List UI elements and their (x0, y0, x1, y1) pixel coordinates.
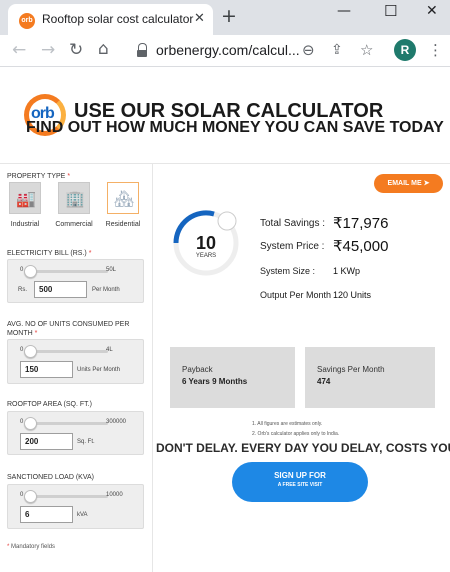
property-type-industrial[interactable]: 🏭 (9, 182, 41, 214)
payback-years-value: 10 (195, 233, 217, 253)
savings-per-month-card: Savings Per Month 474 (305, 347, 435, 408)
kebab-menu-icon[interactable]: ⋮ (428, 41, 443, 59)
page-content: orb USE OUR SOLAR CALCULATOR FIND OUT HO… (0, 68, 450, 572)
close-icon[interactable]: ✕ (194, 11, 205, 26)
units-consumed-label: AVG. NO OF UNITS CONSUMED PER MONTH * (7, 321, 130, 337)
calculator-form: PROPERTY TYPE * 🏭 🏢 🏘 Industrial Commerc… (0, 164, 153, 572)
electricity-bill-input[interactable]: 500 (34, 281, 87, 298)
url-text: orbenergy.com/calcul... (156, 42, 300, 58)
browser-toolbar: ← → ↻ ⌂ orbenergy.com/calcul... ⊖ ⇪ ☆ R … (0, 35, 450, 67)
sanctioned-load-input[interactable]: 6 (20, 506, 73, 523)
rooftop-area-input[interactable]: 200 (20, 433, 73, 450)
rooftop-area-control: 0 300000 200 Sq. Ft. (7, 411, 144, 455)
property-type-commercial[interactable]: 🏢 (58, 182, 90, 214)
electricity-bill-control: 0 50L Rs. 500 Per Month (7, 259, 144, 303)
minimize-icon[interactable]: — (337, 3, 351, 19)
sanctioned-load-label: SANCTIONED LOAD (KVA) (7, 474, 94, 481)
property-type-residential[interactable]: 🏘 (107, 182, 139, 214)
orb-favicon-icon: orb (19, 13, 35, 29)
total-savings-label: Total Savings : (260, 218, 326, 229)
property-type-label-residential: Residential (105, 221, 141, 228)
system-size-label: System Size : (260, 266, 316, 276)
total-savings-value: ₹17,976 (333, 215, 389, 232)
maximize-icon[interactable]: ☐ (384, 2, 397, 20)
electricity-bill-slider[interactable] (24, 265, 108, 278)
payback-card: Payback 6 Years 9 Months (170, 347, 295, 408)
tab-title: Rooftop solar cost calculator (42, 12, 194, 26)
sign-up-button[interactable]: SIGN UP FOR A FREE SITE VISIT (232, 462, 368, 502)
units-consumed-slider[interactable] (24, 345, 108, 358)
profile-avatar[interactable]: R (394, 39, 416, 61)
lock-icon (137, 43, 147, 57)
factory-icon: 🏭 (16, 189, 36, 208)
system-size-value: 1 KWp (333, 266, 361, 276)
sign-up-label: SIGN UP FOR (274, 471, 326, 480)
footnote-india: 2. Orb's calculator applies only to Indi… (252, 431, 340, 437)
forward-arrow-icon[interactable]: → (41, 40, 55, 60)
property-type-label: PROPERTY TYPE * (7, 173, 71, 180)
units-consumed-input[interactable]: 150 (20, 361, 73, 378)
browser-tab[interactable]: orb Rooftop solar cost calculator ✕ (8, 4, 213, 35)
slider-handle[interactable] (24, 265, 37, 278)
share-icon[interactable]: ⇪ (331, 42, 343, 58)
rooftop-area-label: ROOFTOP AREA (SQ. FT.) (7, 401, 92, 408)
reload-icon[interactable]: ↻ (69, 40, 83, 60)
system-price-label: System Price : (260, 241, 325, 252)
sanctioned-load-slider[interactable] (24, 490, 108, 503)
slider-handle[interactable] (24, 490, 37, 503)
payback-card-title: Payback (182, 365, 213, 374)
payback-card-value: 6 Years 9 Months (182, 377, 248, 386)
sanctioned-load-control: 0 10000 6 kVA (7, 484, 144, 529)
send-icon: ➤ (423, 180, 430, 187)
savings-card-title: Savings Per Month (317, 365, 385, 374)
property-type-label-industrial: Industrial (10, 221, 40, 228)
page-subtitle: FIND OUT HOW MUCH MONEY YOU CAN SAVE TOD… (26, 119, 444, 136)
system-price-value: ₹45,000 (333, 238, 389, 255)
payback-years-unit: YEARS (195, 253, 217, 259)
units-consumed-control: 0 4L 150 Units Per Month (7, 339, 144, 384)
back-arrow-icon[interactable]: ← (12, 40, 26, 60)
email-me-button[interactable]: EMAIL ME ➤ (374, 174, 443, 193)
electricity-bill-label: ELECTRICITY BILL (RS.) * (7, 250, 92, 257)
sign-up-sublabel: A FREE SITE VISIT (277, 482, 323, 488)
output-per-month-label: Output Per Month (260, 290, 332, 300)
hero-banner: orb USE OUR SOLAR CALCULATOR FIND OUT HO… (0, 68, 450, 164)
rooftop-area-slider[interactable] (24, 417, 108, 430)
browser-tabstrip: orb Rooftop solar cost calculator ✕ + — … (0, 0, 450, 35)
savings-card-value: 474 (317, 377, 331, 386)
slider-handle[interactable] (24, 345, 37, 358)
footnote-estimates: 1. All figures are estimates only. (252, 421, 323, 427)
slider-handle[interactable] (24, 417, 37, 430)
output-per-month-value: 120 Units (333, 290, 372, 300)
mandatory-note: * Mandatory fields (7, 544, 56, 550)
office-building-icon: 🏢 (65, 189, 85, 208)
zoom-icon[interactable]: ⊖ (302, 41, 315, 59)
new-tab-plus-icon[interactable]: + (221, 5, 237, 27)
property-type-label-commercial: Commercial (55, 221, 93, 228)
cta-headline: DON'T DELAY. EVERY DAY YOU DELAY, COSTS … (156, 441, 450, 455)
window-close-icon[interactable]: ✕ (426, 3, 438, 19)
bookmark-star-icon[interactable]: ☆ (360, 41, 373, 59)
house-icon: 🏘 (114, 189, 135, 208)
home-icon[interactable]: ⌂ (98, 39, 109, 59)
